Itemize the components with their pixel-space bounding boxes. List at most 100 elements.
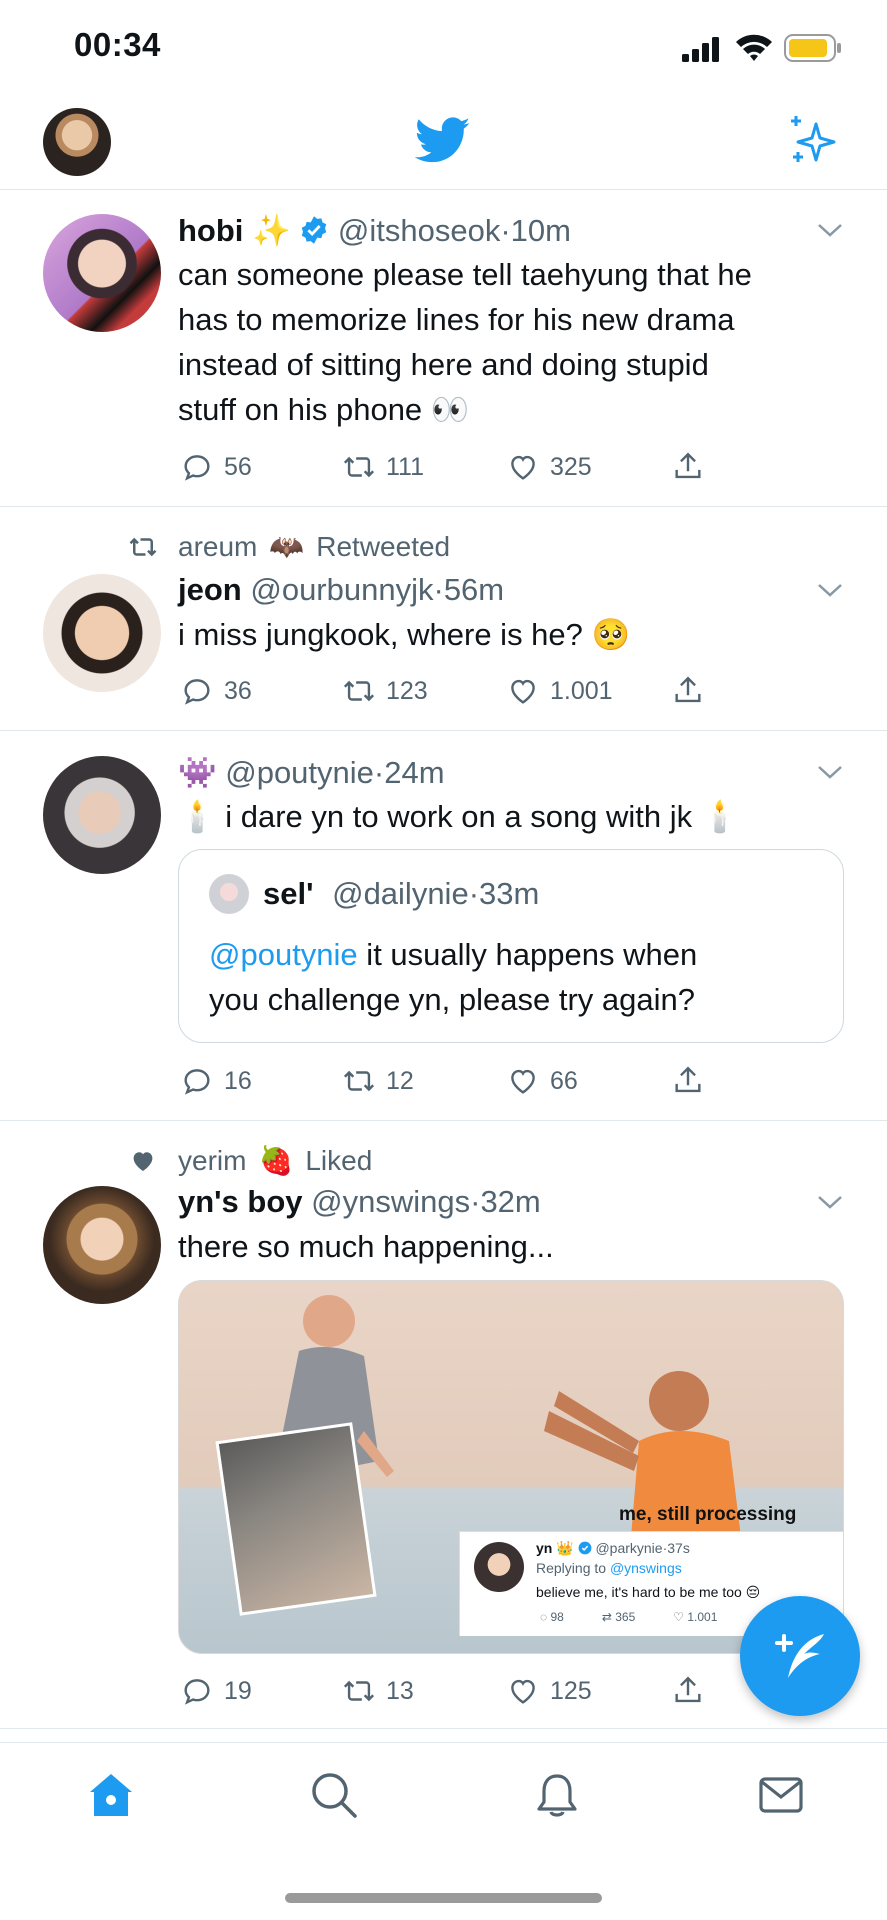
tweet-text-line: stuff on his phone 👀 (178, 392, 470, 427)
share-icon (675, 1066, 701, 1093)
embedded-name-emoji: 👑 (556, 1540, 574, 1556)
embedded-like-count: ♡ 1.001 (673, 1610, 718, 1624)
home-icon[interactable] (86, 1770, 136, 1820)
retweet-button[interactable]: 13 (342, 1674, 414, 1708)
retweet-button[interactable]: 123 (342, 674, 428, 708)
tweet-handle[interactable]: @ynswings (311, 1184, 470, 1219)
tweet-time: 56m (443, 572, 505, 607)
retweet-count: 111 (386, 452, 425, 481)
wifi-icon (736, 34, 772, 61)
reply-count: 16 (224, 1066, 252, 1095)
chevron-down-icon[interactable] (817, 1194, 843, 1210)
reply-count: 56 (224, 452, 252, 481)
chevron-down-icon[interactable] (817, 222, 843, 238)
context-user[interactable]: yerim (178, 1145, 246, 1177)
retweet-count: 12 (386, 1066, 414, 1095)
quote-text-line: you challenge yn, please try again? (209, 982, 695, 1017)
tweet-time: 10m (510, 213, 571, 248)
chevron-down-icon[interactable] (817, 582, 843, 598)
twitter-bird-icon[interactable] (412, 112, 474, 168)
home-indicator[interactable] (285, 1893, 602, 1903)
tweet-handle[interactable]: @itshoseok (338, 213, 500, 248)
retweet-button[interactable]: 12 (342, 1064, 414, 1098)
tweet-text-line: can someone please tell taehyung that he (178, 257, 752, 292)
like-count: 1.001 (550, 676, 613, 705)
retweet-context: areum 🦇 Retweeted (128, 530, 450, 563)
like-button[interactable]: 325 (506, 450, 592, 484)
share-button[interactable] (671, 1064, 705, 1098)
like-count: 66 (550, 1066, 578, 1095)
compose-tweet-button[interactable] (740, 1596, 860, 1716)
tweet-text: 🕯️ i dare yn to work on a song with jk 🕯… (178, 799, 740, 834)
tweet-divider (0, 1120, 887, 1121)
signal-icon (682, 37, 719, 62)
quote-tweet-card[interactable]: sel' @dailynie·33m @poutynie it usually … (178, 849, 844, 1043)
tweet-avatar[interactable] (43, 574, 161, 692)
tweet-divider (0, 506, 887, 507)
tweet-avatar[interactable] (43, 756, 161, 874)
reply-button[interactable]: 56 (180, 450, 252, 484)
quote-header: sel' @dailynie·33m (263, 876, 539, 912)
share-button[interactable] (671, 450, 705, 484)
tweet-text: can someone please tell taehyung that he… (178, 252, 838, 432)
embedded-replying-to: @ynswings (609, 1560, 682, 1576)
share-icon (675, 1676, 701, 1703)
tweet-time: 32m (480, 1184, 541, 1219)
reply-button[interactable]: 16 (180, 1064, 252, 1098)
reply-count: 36 (224, 676, 252, 705)
meme-caption: me, still processing (619, 1504, 797, 1525)
tweet-avatar[interactable] (43, 1186, 161, 1304)
share-button[interactable] (671, 1674, 705, 1708)
quote-author-name: sel' (263, 876, 314, 911)
tweet-text: i miss jungkook, where is he? 🥺 (178, 617, 631, 652)
share-button[interactable] (671, 674, 705, 708)
like-button[interactable]: 66 (506, 1064, 578, 1098)
tweet-time: 24m (384, 755, 445, 790)
messages-icon[interactable] (756, 1770, 806, 1820)
share-icon (675, 452, 701, 479)
tweet-avatar[interactable] (43, 214, 161, 332)
context-user[interactable]: areum (178, 531, 257, 563)
like-icon (511, 679, 535, 704)
tweet-header: yn's boy @ynswings·32m (178, 1184, 541, 1220)
embedded-avatar (474, 1542, 524, 1592)
mention-link[interactable]: @poutynie (209, 937, 358, 972)
verified-badge-icon (578, 1541, 591, 1555)
embedded-time: 37s (667, 1540, 690, 1556)
retweet-button[interactable]: 111 (342, 450, 424, 484)
reply-button[interactable]: 19 (180, 1674, 252, 1708)
like-button[interactable]: 1.001 (506, 674, 613, 708)
retweet-icon (343, 1680, 375, 1702)
embedded-reply-count: ◌ 98 (540, 1610, 564, 1624)
tweet-author-name[interactable]: yn's boy (178, 1184, 303, 1219)
tweet-author-name[interactable]: jeon (178, 572, 242, 607)
tweet-author-name[interactable]: hobi (178, 213, 243, 248)
profile-avatar[interactable] (43, 108, 111, 176)
separator-dot: · (373, 755, 385, 790)
tweet-header: hobi ✨ @itshoseok·10m (178, 212, 571, 249)
status-time: 00:34 (74, 26, 161, 63)
quote-text: @poutynie it usually happens when you ch… (209, 932, 819, 1022)
context-action: Liked (305, 1144, 373, 1176)
name-emoji: ✨ (252, 213, 291, 248)
reply-icon (184, 1069, 210, 1095)
embedded-retweet-count: ⇄ 365 (601, 1610, 636, 1624)
name-emoji: 👾 (178, 755, 217, 790)
sparkle-icon[interactable] (786, 114, 840, 168)
meme-inserted-photo (215, 1422, 377, 1616)
reply-button[interactable]: 36 (180, 674, 252, 708)
tweet-text: there so much happening... (178, 1229, 554, 1264)
like-count: 325 (550, 452, 592, 481)
tweet-header: 👾 @poutynie·24m (178, 754, 445, 791)
like-button[interactable]: 125 (506, 1674, 592, 1708)
heart-filled-icon (133, 1151, 153, 1171)
tweet-handle[interactable]: @ourbunnyjk (250, 572, 433, 607)
tweet-handle[interactable]: @poutynie (225, 755, 374, 790)
embedded-name: yn (536, 1540, 553, 1556)
notifications-icon[interactable] (532, 1770, 582, 1820)
retweet-count: 13 (386, 1676, 414, 1705)
compose-tweet-icon (775, 1634, 824, 1678)
retweet-icon (343, 680, 375, 702)
search-icon[interactable] (309, 1770, 359, 1820)
chevron-down-icon[interactable] (817, 764, 843, 780)
